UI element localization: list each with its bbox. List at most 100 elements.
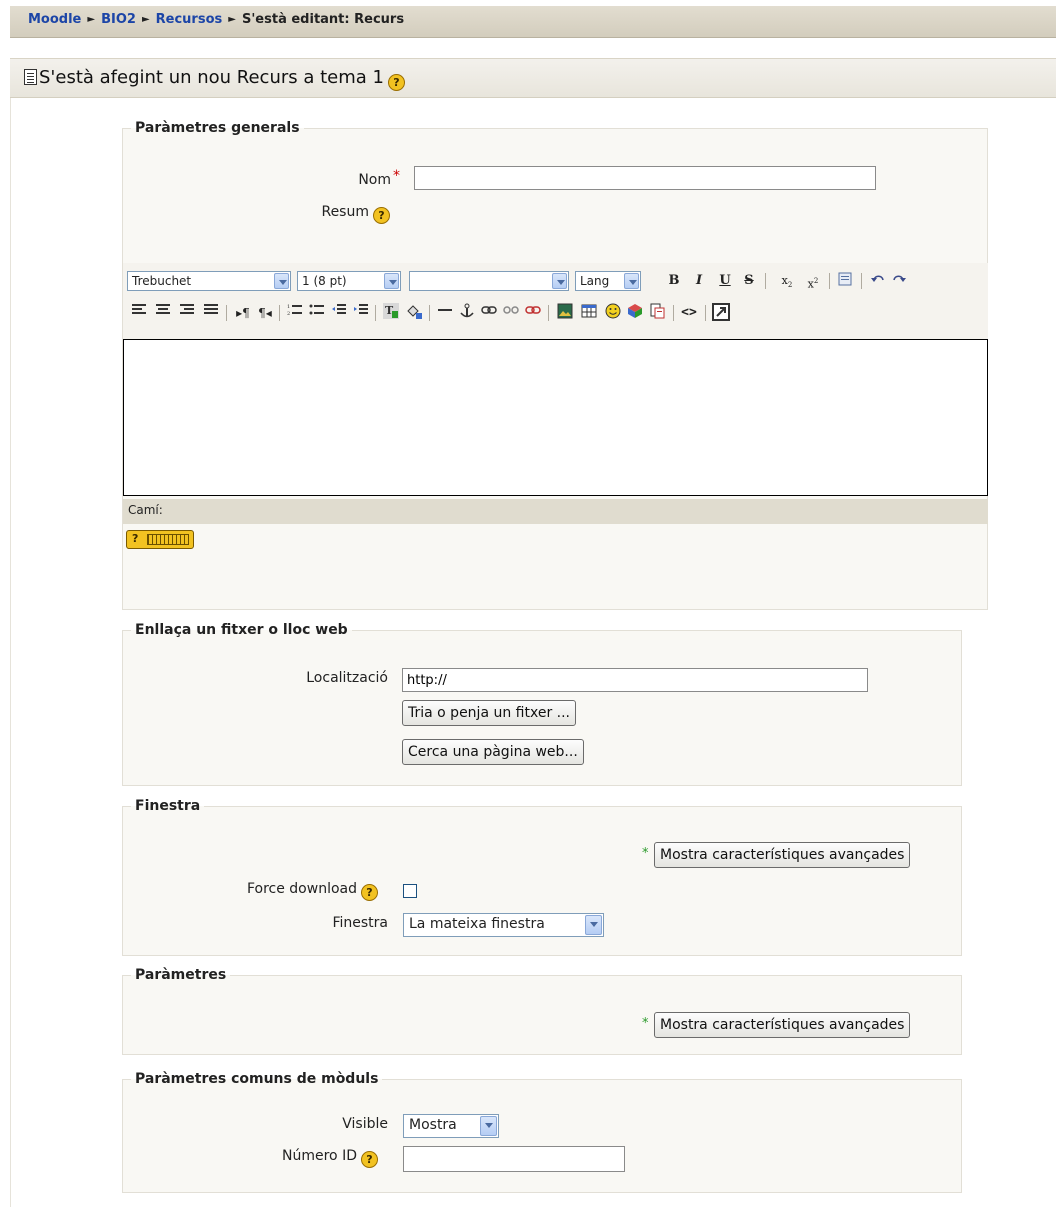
parameters-legend: Paràmetres (135, 967, 227, 983)
window-legend: Finestra (135, 798, 201, 814)
id-number-input[interactable] (403, 1146, 625, 1172)
breadcrumb: Moodle ► BIO2 ► Recursos ► S'està editant: Rec… (10, 6, 1056, 38)
background-color-icon[interactable] (404, 303, 424, 323)
breadcrumb-section-link[interactable]: Recursos (156, 12, 223, 27)
html-editor: Trebuchet 1 (8 pt) Lang B I U S x2 x2 ▸¶… (123, 263, 988, 525)
summary-help-icon[interactable]: ? (373, 207, 390, 224)
toolbar-separator (375, 305, 376, 321)
ordered-list-icon[interactable]: 12 (285, 303, 305, 323)
page-border (10, 98, 11, 1207)
window-label: Finestra (332, 915, 388, 931)
show-advanced-button[interactable]: Mostra característiques avançades (654, 842, 911, 868)
unlink-icon[interactable] (501, 303, 521, 323)
help-icon[interactable]: ? (387, 74, 405, 91)
visible-label: Visible (342, 1116, 388, 1132)
redo-icon[interactable] (889, 271, 909, 291)
nolink-icon[interactable] (523, 303, 543, 323)
chevron-down-icon (624, 273, 639, 289)
rtl-icon[interactable]: ¶◂ (255, 303, 275, 323)
indent-icon[interactable] (351, 303, 371, 323)
breadcrumb-course-link[interactable]: BIO2 (101, 12, 136, 27)
link-legend: Enllaça un fitxer o lloc web (135, 622, 348, 638)
horizontal-rule-icon[interactable] (435, 303, 455, 323)
bold-icon[interactable]: B (664, 271, 684, 291)
fullscreen-icon[interactable] (711, 303, 731, 323)
advanced-marker: * (642, 1016, 649, 1031)
common-settings-fieldset: Paràmetres comuns de mòduls (122, 1071, 962, 1193)
unordered-list-icon[interactable] (307, 303, 327, 323)
breadcrumb-separator: ► (87, 14, 96, 25)
toolbar-separator (226, 305, 227, 321)
choose-file-button[interactable]: Tria o penja un fitxer ... (402, 700, 577, 726)
search-replace-icon[interactable] (647, 303, 667, 323)
chevron-down-icon (585, 915, 602, 935)
page-heading: S'està afegint un nou Recurs a tema 1? (10, 58, 1056, 98)
language-select[interactable]: Lang (575, 271, 641, 291)
subscript-icon[interactable]: x2 (777, 271, 797, 291)
breadcrumb-separator: ► (141, 14, 150, 25)
advanced-marker: * (642, 846, 649, 861)
toolbar-separator (673, 305, 674, 321)
summary-label: Resum? (300, 204, 390, 224)
italic-icon[interactable]: I (689, 271, 709, 291)
breadcrumb-separator: ► (228, 14, 236, 25)
common-settings-legend: Paràmetres comuns de mòduls (135, 1071, 379, 1087)
search-web-button[interactable]: Cerca una pàgina web... (402, 739, 584, 765)
breadcrumb-home-link[interactable]: Moodle (28, 12, 81, 27)
underline-icon[interactable]: U (715, 271, 735, 291)
insert-table-icon[interactable] (579, 303, 599, 323)
insert-image-icon[interactable] (555, 303, 575, 323)
smiley-icon[interactable] (603, 303, 623, 323)
toolbar-separator (765, 273, 766, 289)
link-icon[interactable] (479, 303, 499, 323)
editor-content-area[interactable] (123, 339, 988, 496)
page-title: S'està afegint un nou Recurs a tema 1 (39, 67, 384, 88)
force-download-checkbox[interactable] (403, 884, 417, 898)
chevron-down-icon (552, 273, 567, 289)
force-download-help-icon[interactable]: ? (361, 884, 378, 901)
undo-icon[interactable] (868, 271, 888, 291)
html-source-icon[interactable]: <> (679, 303, 699, 323)
align-center-icon[interactable] (153, 303, 173, 323)
anchor-icon[interactable] (457, 303, 477, 323)
align-right-icon[interactable] (177, 303, 197, 323)
general-settings-legend: Paràmetres generals (135, 120, 300, 136)
toolbar-separator (705, 305, 706, 321)
required-mark: * (393, 168, 400, 184)
name-label: Nom * (358, 168, 400, 188)
id-number-label: Número ID? (220, 1148, 378, 1168)
editor-path-bar: Camí: (123, 499, 988, 524)
toolbar-separator (829, 273, 830, 289)
outdent-icon[interactable] (329, 303, 349, 323)
parameters-fieldset: Paràmetres (122, 967, 962, 1055)
superscript-icon[interactable]: x2 (803, 271, 823, 291)
toolbar-separator (429, 305, 430, 321)
name-input[interactable] (414, 166, 876, 190)
visible-select[interactable]: Mostra (403, 1114, 499, 1138)
svg-text:2: 2 (287, 311, 290, 317)
editor-toolbar: Trebuchet 1 (8 pt) Lang B I U S x2 x2 ▸¶… (123, 263, 988, 339)
align-left-icon[interactable] (129, 303, 149, 323)
toolbar-separator (861, 273, 862, 289)
text-color-icon[interactable]: T (381, 303, 401, 323)
chevron-down-icon (274, 273, 289, 289)
justify-icon[interactable] (201, 303, 221, 323)
location-label: Localització (306, 670, 388, 686)
font-family-select[interactable]: Trebuchet (127, 271, 291, 291)
show-advanced-button-params[interactable]: Mostra característiques avançades (654, 1012, 911, 1038)
font-size-select[interactable]: 1 (8 pt) (297, 271, 401, 291)
clean-word-icon[interactable] (835, 271, 855, 291)
svg-text:1: 1 (287, 304, 290, 310)
strikethrough-icon[interactable]: S (739, 271, 759, 291)
toolbar-separator (548, 305, 549, 321)
special-char-icon[interactable] (625, 303, 645, 323)
chevron-down-icon (480, 1116, 497, 1136)
chevron-down-icon (384, 273, 399, 289)
toolbar-separator (279, 305, 280, 321)
ltr-icon[interactable]: ▸¶ (233, 303, 253, 323)
window-select[interactable]: La mateixa finestra (403, 913, 604, 937)
location-input[interactable] (402, 668, 868, 692)
format-select[interactable] (409, 271, 569, 291)
keyboard-help-icon[interactable]: ? (126, 530, 194, 549)
id-number-help-icon[interactable]: ? (361, 1151, 378, 1168)
